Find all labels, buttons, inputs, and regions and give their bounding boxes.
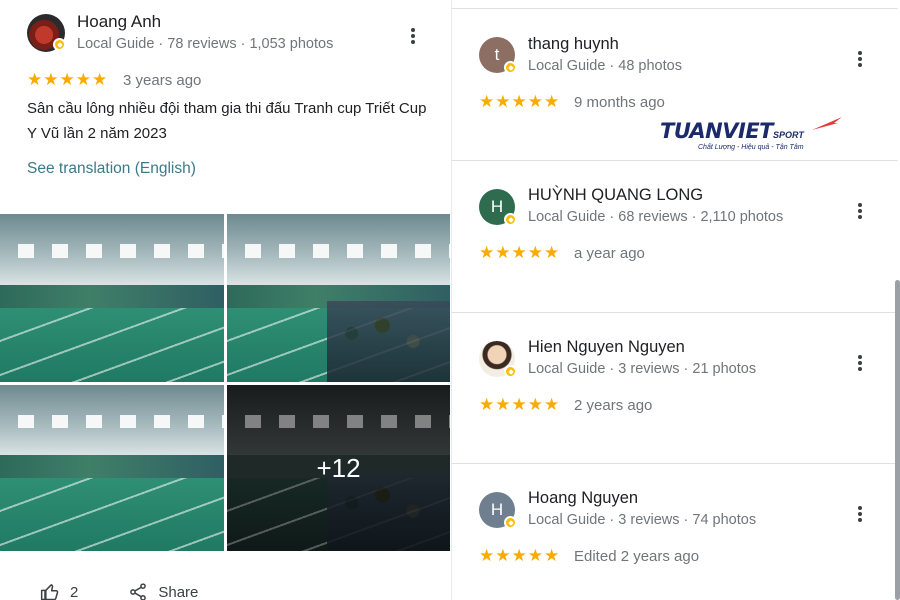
like-button[interactable]: 2	[40, 582, 78, 600]
share-button[interactable]: Share	[128, 582, 198, 600]
rating-stars: ★★★★★	[479, 92, 561, 111]
review-date: Edited 2 years ago	[574, 548, 700, 565]
more-options-icon[interactable]	[857, 203, 863, 221]
review-photo-3[interactable]	[0, 385, 224, 551]
local-guide-badge-icon	[504, 365, 517, 378]
rating-stars: ★★★★★	[479, 395, 561, 414]
more-options-icon[interactable]	[857, 355, 863, 373]
like-count: 2	[70, 583, 79, 600]
local-guide-badge-icon	[53, 38, 66, 51]
reviewer-name[interactable]: thang huynh	[528, 35, 619, 54]
reviews-list: t thang huynh Local Guide · 48 photos ★★…	[451, 0, 900, 600]
review-card-thang-huynh: t thang huynh Local Guide · 48 photos ★★…	[452, 8, 898, 160]
logo-sport: SPORT	[773, 130, 804, 140]
local-guide-badge-icon	[504, 516, 517, 529]
rating-stars: ★★★★★	[27, 70, 109, 89]
more-options-icon[interactable]	[857, 506, 863, 524]
thumbs-up-icon	[40, 584, 59, 600]
review-card-huynh-quang-long: H HUỲNH QUANG LONG Local Guide · 68 revi…	[452, 160, 898, 312]
reviewer-name[interactable]: Hoang Anh	[77, 12, 161, 32]
swoosh-logo-icon	[812, 117, 842, 130]
reviewer-meta: Local Guide · 68 reviews · 2,110 photos	[528, 209, 784, 225]
review-date: 2 years ago	[574, 397, 653, 414]
review-date: 3 years ago	[123, 72, 202, 89]
see-translation-link[interactable]: See translation (English)	[27, 160, 196, 178]
review-date: a year ago	[574, 245, 645, 262]
rating-stars: ★★★★★	[479, 546, 561, 565]
rating-stars: ★★★★★	[479, 243, 561, 262]
share-label: Share	[158, 583, 199, 600]
logo-word: TUANVIET	[660, 119, 774, 143]
review-actions: 2 Share	[40, 582, 198, 600]
reviewer-name[interactable]: HUỲNH QUANG LONG	[528, 186, 703, 205]
reviewer-meta: Local Guide · 3 reviews · 21 photos	[528, 361, 757, 377]
review-photos: +12	[0, 214, 450, 551]
review-card-hoang-nguyen: H Hoang Nguyen Local Guide · 3 reviews ·…	[452, 463, 898, 600]
local-guide-badge-icon	[504, 61, 517, 74]
local-guide-badge-icon	[504, 213, 517, 226]
more-photos-count[interactable]: +12	[227, 385, 450, 551]
review-card-hien-nguyen-nguyen: Hien Nguyen Nguyen Local Guide · 3 revie…	[452, 312, 898, 463]
review-text: Sân cầu lông nhiều đội tham gia thi đấu …	[27, 100, 427, 142]
review-left: Hoang Anh Local Guide · 78 reviews · 1,0…	[0, 0, 450, 600]
review-photo-4[interactable]: +12	[227, 385, 450, 551]
reviewer-meta: Local Guide · 78 reviews · 1,053 photos	[77, 36, 334, 52]
more-options-icon[interactable]	[857, 51, 863, 69]
reviewer-meta: Local Guide · 3 reviews · 74 photos	[528, 512, 757, 528]
review-photo-1[interactable]	[0, 214, 224, 382]
more-options-icon[interactable]	[410, 28, 416, 46]
review-photo-2[interactable]	[227, 214, 450, 382]
logo-tagline: Chất Lượng - Hiệu quả - Tận Tâm	[698, 144, 804, 151]
review-date: 9 months ago	[574, 94, 665, 111]
reviewer-meta: Local Guide · 48 photos	[528, 58, 682, 74]
scrollbar[interactable]	[895, 280, 900, 600]
reviewer-name[interactable]: Hien Nguyen Nguyen	[528, 338, 685, 357]
share-icon	[130, 583, 147, 600]
reviewer-name[interactable]: Hoang Nguyen	[528, 489, 638, 508]
